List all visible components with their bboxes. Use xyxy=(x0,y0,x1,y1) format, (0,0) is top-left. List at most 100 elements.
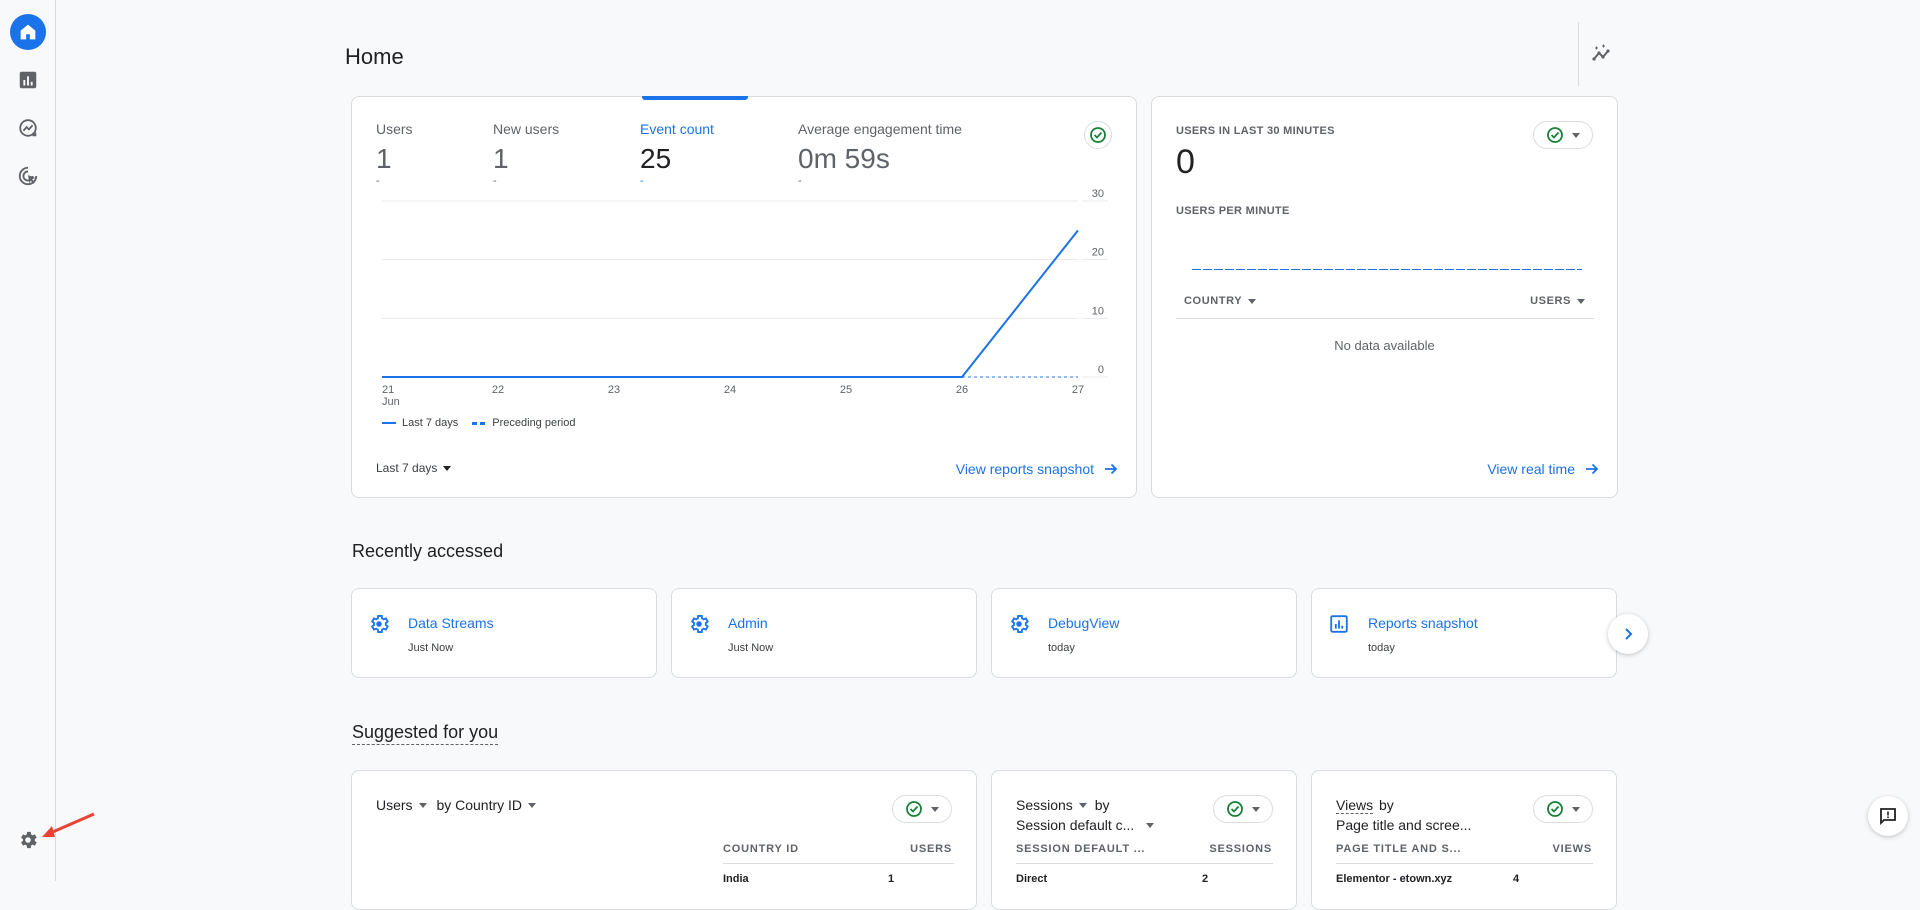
column-header-country[interactable]: COUNTRY xyxy=(1184,295,1257,307)
nav-advertising[interactable] xyxy=(10,158,46,194)
recent-item-data-streams[interactable]: Data Streams Just Now xyxy=(351,588,657,678)
column-header: USERS xyxy=(910,843,952,855)
column-header-users[interactable]: USERS xyxy=(1530,295,1585,307)
feedback-icon xyxy=(1880,808,1896,826)
metric-name: Users xyxy=(376,797,413,813)
x-tick-label: 27 xyxy=(1072,384,1084,396)
caret-down-icon xyxy=(931,806,939,812)
suggested-card-sessions: Sessions by Session default c... SESSION… xyxy=(991,770,1297,910)
caret-down-icon xyxy=(528,802,537,808)
card-heading: Views by Page title and scree... xyxy=(1336,795,1471,835)
arrow-right-icon xyxy=(1586,463,1599,475)
target-cursor-icon xyxy=(18,166,38,186)
table-cell: Elementor - etown.xyz xyxy=(1336,873,1453,885)
column-label: USERS xyxy=(1530,295,1571,307)
send-feedback-button[interactable] xyxy=(1868,796,1908,836)
gear-icon xyxy=(690,615,709,633)
metric-selector[interactable]: Users xyxy=(376,795,427,815)
caret-down-icon xyxy=(1248,298,1257,304)
date-range-label: Last 7 days xyxy=(376,461,438,475)
check-circle-icon xyxy=(1547,127,1563,143)
check-circle-icon xyxy=(1547,801,1563,817)
gear-icon xyxy=(21,831,37,849)
suggested-card-views: Views by Page title and scree... PAGE TI… xyxy=(1311,770,1617,910)
view-real-time-link[interactable]: View real time xyxy=(1487,461,1599,477)
column-header: SESSION DEFAULT ... xyxy=(1016,843,1146,855)
table-divider xyxy=(723,863,954,864)
realtime-subtitle: USERS PER MINUTE xyxy=(1176,205,1290,217)
chevron-right-icon xyxy=(1625,628,1633,640)
home-icon xyxy=(20,24,36,40)
nav-reports[interactable] xyxy=(10,62,46,98)
series-line-last-7-days xyxy=(382,229,1079,378)
column-header: COUNTRY ID xyxy=(723,843,799,855)
caret-down-icon xyxy=(1577,298,1585,304)
legend-label: Last 7 days xyxy=(402,417,459,429)
recently-accessed-title: Recently accessed xyxy=(352,541,504,561)
realtime-title: USERS IN LAST 30 MINUTES xyxy=(1176,125,1335,137)
check-circle-icon xyxy=(906,801,922,817)
caret-down-icon xyxy=(1252,806,1260,812)
metric-name: Sessions xyxy=(1016,797,1073,813)
arrow-right-icon xyxy=(1105,463,1118,475)
card-quality-dropdown[interactable] xyxy=(892,795,952,823)
caret-down-icon xyxy=(418,802,427,808)
table-cell: Direct xyxy=(1016,873,1048,885)
recent-item-reports-snapshot[interactable]: Reports snapshot today xyxy=(1311,588,1617,678)
recent-item-admin[interactable]: Admin Just Now xyxy=(671,588,977,678)
caret-down-icon xyxy=(1146,822,1155,828)
column-header: VIEWS xyxy=(1552,843,1592,855)
header-divider xyxy=(1578,22,1579,86)
metric-selector[interactable]: Sessions xyxy=(1016,795,1087,815)
recent-item-title: Data Streams xyxy=(408,615,494,631)
y-tick-label: 20 xyxy=(1092,247,1104,259)
card-quality-dropdown[interactable] xyxy=(1213,795,1273,823)
nav-home[interactable] xyxy=(10,14,46,50)
check-circle-icon xyxy=(1227,801,1243,817)
dimension-name: Session default c... xyxy=(1016,817,1135,833)
y-tick-label: 10 xyxy=(1092,305,1104,317)
bar-chart-icon xyxy=(1330,615,1348,633)
card-heading: Users by Country ID xyxy=(376,795,537,815)
card-quality-dropdown[interactable] xyxy=(1533,795,1593,823)
nav-explore[interactable] xyxy=(10,110,46,146)
recent-item-time: Just Now xyxy=(728,642,774,654)
recent-item-time: today xyxy=(1048,642,1075,654)
x-tick-label: 25 xyxy=(840,384,852,396)
card-heading: Sessions by Session default c... xyxy=(1016,795,1155,835)
event-count-chart: 0 10 20 30 21 22 23 24 25 26 27 Jun xyxy=(382,188,1108,408)
users-per-minute-sparkline xyxy=(1192,269,1582,270)
realtime-quality-dropdown[interactable] xyxy=(1533,121,1593,149)
x-tick-label: 26 xyxy=(956,384,968,396)
x-axis-month-label: Jun xyxy=(382,396,400,408)
recent-item-title: Reports snapshot xyxy=(1368,615,1478,631)
bar-chart-icon xyxy=(19,71,37,89)
y-tick-label: 0 xyxy=(1098,364,1104,376)
table-divider xyxy=(1016,863,1273,864)
dimension-name: by Country ID xyxy=(436,797,523,813)
view-reports-snapshot-link[interactable]: View reports snapshot xyxy=(956,461,1118,477)
date-range-dropdown[interactable]: Last 7 days xyxy=(376,461,452,475)
insights-button[interactable] xyxy=(1588,40,1618,70)
recent-item-debugview[interactable]: DebugView today xyxy=(991,588,1297,678)
column-label: COUNTRY xyxy=(1184,295,1243,307)
table-divider xyxy=(1176,318,1594,319)
metric-name[interactable]: Views xyxy=(1336,797,1374,814)
table-cell: 1 xyxy=(888,873,895,885)
dimension-selector[interactable]: by Country ID xyxy=(436,795,537,815)
carousel-next-button[interactable] xyxy=(1608,614,1648,654)
left-nav-sidebar xyxy=(0,0,56,881)
chart-legend: Last 7 days Preceding period xyxy=(382,417,575,429)
empty-state-text: No data available xyxy=(1334,338,1435,353)
caret-down-icon xyxy=(1572,806,1580,812)
annotation-arrow xyxy=(42,812,95,837)
table-cell: 2 xyxy=(1202,873,1209,885)
column-header: SESSIONS xyxy=(1209,843,1272,855)
table-cell: India xyxy=(723,873,749,885)
legend-swatch-dashed xyxy=(472,421,487,425)
dimension-selector[interactable]: Session default c... xyxy=(1016,815,1155,835)
y-tick-label: 30 xyxy=(1092,188,1104,200)
table-cell: 4 xyxy=(1513,873,1520,885)
page-title: Home xyxy=(345,44,404,69)
dimension-name: Page title and scree... xyxy=(1336,817,1472,833)
